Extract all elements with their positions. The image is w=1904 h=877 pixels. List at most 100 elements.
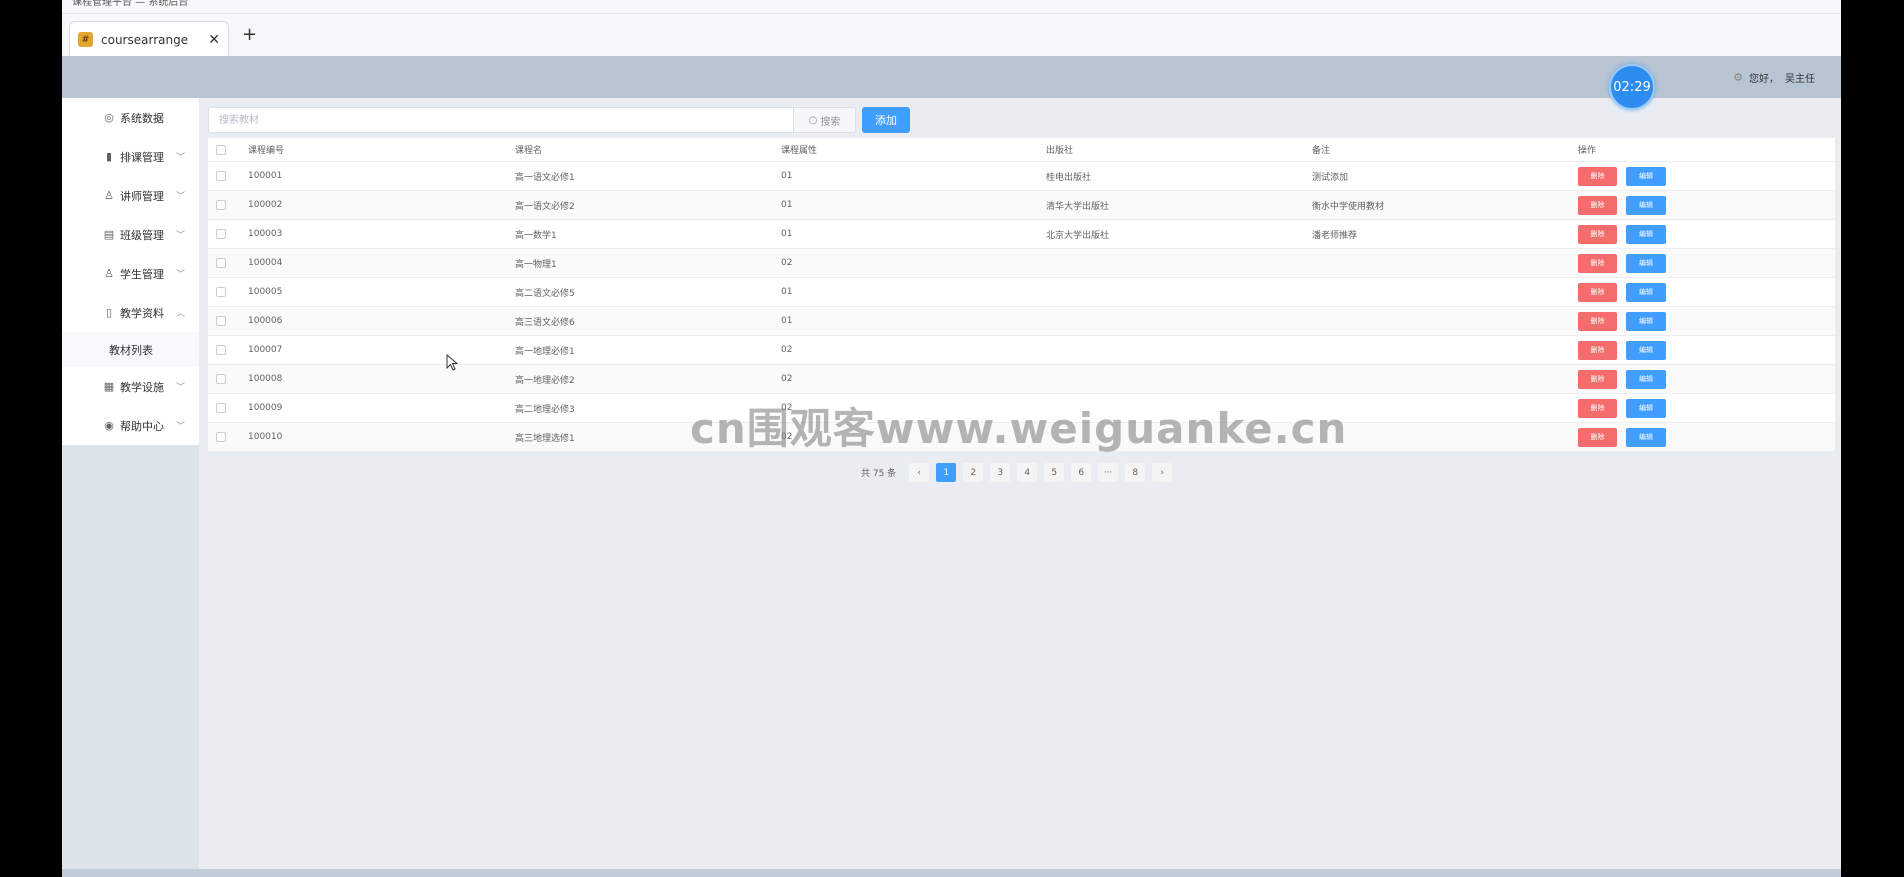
- delete-button[interactable]: 删除: [1578, 195, 1617, 215]
- watermark: cn围观客www.weiguanke.cn: [690, 404, 1348, 453]
- page-number-button[interactable]: 8: [1125, 463, 1146, 482]
- browser-tab[interactable]: # coursearrange ✕: [69, 21, 229, 57]
- chevron-down-icon: ﹀: [175, 383, 185, 393]
- column-header: 备注: [1312, 146, 1331, 156]
- chevron-down-icon: ﹀: [175, 231, 185, 241]
- sidebar-menu: ◎ 系统数据 ▮ 排课管理 ﹀ ♙ 讲师管理 ﹀ ▤ 班级管理 ﹀ ♙ 学生管理 ﹀ ▯ 教学资料 ︿ 教材列表 ▦…: [62, 98, 199, 445]
- cell-course-name: 高一地理必修1: [515, 346, 575, 357]
- prev-page-button[interactable]: ‹: [909, 463, 930, 482]
- edit-button[interactable]: 编辑: [1626, 224, 1666, 244]
- cell-actions: 删除 编辑: [1578, 398, 1666, 418]
- toolbar: ○ 搜索 添加: [208, 106, 910, 134]
- row-checkbox[interactable]: [216, 171, 226, 181]
- next-page-button[interactable]: ›: [1152, 463, 1173, 482]
- delete-button[interactable]: 删除: [1578, 282, 1617, 302]
- cell-course-attr: 01: [781, 171, 793, 181]
- cell-publisher: 北京大学出版社: [1046, 230, 1110, 241]
- table-row: 100002 高一语文必修2 01 清华大学出版社 衡水中学使用教材 删除 编辑: [208, 191, 1835, 220]
- row-checkbox[interactable]: [216, 229, 226, 239]
- sidebar-item[interactable]: ♙ 讲师管理 ﹀: [62, 176, 199, 215]
- edit-button[interactable]: 编辑: [1626, 398, 1666, 418]
- row-checkbox[interactable]: [216, 287, 226, 297]
- chevron-down-icon: ﹀: [175, 153, 185, 163]
- cell-course-id: 100007: [248, 345, 283, 355]
- delete-button[interactable]: 删除: [1578, 166, 1617, 186]
- delete-button[interactable]: 删除: [1578, 224, 1617, 244]
- row-checkbox[interactable]: [216, 316, 226, 326]
- edit-button[interactable]: 编辑: [1626, 311, 1666, 331]
- table-row: 100006 高三语文必修6 01 删除 编辑: [208, 307, 1835, 336]
- edit-button[interactable]: 编辑: [1626, 253, 1666, 273]
- edit-button[interactable]: 编辑: [1626, 282, 1666, 302]
- sidebar-item-label: 班级管理: [120, 228, 164, 242]
- cell-course-name: 高一语文必修1: [515, 172, 575, 183]
- sidebar-item[interactable]: ♙ 学生管理 ﹀: [62, 254, 199, 293]
- close-icon[interactable]: ✕: [208, 32, 220, 48]
- cell-course-attr: 02: [781, 258, 793, 268]
- delete-button[interactable]: 删除: [1578, 340, 1617, 360]
- sidebar-item-label: 帮助中心: [120, 419, 164, 433]
- row-checkbox[interactable]: [216, 432, 226, 442]
- add-button[interactable]: 添加: [862, 107, 910, 133]
- sidebar-item[interactable]: ▦ 教学设施 ﹀: [62, 367, 199, 406]
- window-title: 课程管理平台 — 系统后台: [72, 0, 189, 8]
- edit-button[interactable]: 编辑: [1626, 340, 1666, 360]
- delete-button[interactable]: 删除: [1578, 311, 1617, 331]
- delete-button[interactable]: 删除: [1578, 369, 1617, 389]
- user-name[interactable]: 吴主任: [1785, 70, 1815, 85]
- delete-button[interactable]: 删除: [1578, 427, 1617, 447]
- cell-course-name: 高一语文必修2: [515, 201, 575, 212]
- cell-course-id: 100004: [248, 258, 283, 268]
- user-icon: ♙: [104, 267, 114, 280]
- cell-actions: 删除 编辑: [1578, 282, 1666, 302]
- sidebar-item[interactable]: ◎ 系统数据: [62, 98, 199, 137]
- page-number-button[interactable]: 3: [990, 463, 1011, 482]
- sidebar-item[interactable]: ▤ 班级管理 ﹀: [62, 215, 199, 254]
- cell-course-id: 100009: [248, 403, 283, 413]
- cell-publisher: 桂电出版社: [1046, 172, 1092, 183]
- table-row: 100001 高一语文必修1 01 桂电出版社 测试添加 删除 编辑: [208, 162, 1835, 191]
- cell-course-attr: 02: [781, 345, 793, 355]
- cell-course-attr: 01: [781, 287, 793, 297]
- sidebar-item[interactable]: ▮ 排课管理 ﹀: [62, 137, 199, 176]
- cell-note: 潘老师推荐: [1312, 230, 1358, 241]
- row-checkbox[interactable]: [216, 374, 226, 384]
- edit-button[interactable]: 编辑: [1626, 195, 1666, 215]
- edit-button[interactable]: 编辑: [1626, 166, 1666, 186]
- user-area[interactable]: ⚙ 您好， 吴主任: [1733, 70, 1815, 85]
- sidebar-item[interactable]: ▯ 教学资料 ︿: [62, 293, 199, 332]
- new-tab-button[interactable]: +: [242, 24, 257, 45]
- row-checkbox[interactable]: [216, 200, 226, 210]
- sidebar-subitem-textbook-list[interactable]: 教材列表: [62, 332, 199, 367]
- cell-course-attr: 01: [781, 316, 793, 326]
- gear-icon[interactable]: ⚙: [1733, 71, 1743, 84]
- cell-course-id: 100003: [248, 229, 283, 239]
- sidebar-item-label: 系统数据: [120, 111, 164, 125]
- cell-course-id: 100006: [248, 316, 283, 326]
- page-ellipsis[interactable]: ···: [1098, 463, 1119, 482]
- tab-title: coursearrange: [101, 32, 189, 47]
- row-checkbox[interactable]: [216, 258, 226, 268]
- delete-button[interactable]: 删除: [1578, 253, 1617, 273]
- edit-button[interactable]: 编辑: [1626, 369, 1666, 389]
- page-number-button[interactable]: 2: [963, 463, 984, 482]
- delete-button[interactable]: 删除: [1578, 398, 1617, 418]
- sidebar-item-label: 讲师管理: [120, 189, 164, 203]
- page-number-button[interactable]: 4: [1017, 463, 1038, 482]
- page-number-button[interactable]: 6: [1071, 463, 1092, 482]
- row-checkbox[interactable]: [216, 345, 226, 355]
- table-header: 课程编号 课程名 课程属性 出版社 备注 操作: [208, 138, 1835, 162]
- select-all-checkbox[interactable]: [216, 144, 226, 155]
- bar-chart-icon: ▮: [105, 150, 113, 163]
- pagination: 共 75 条 ‹ 1 2 3 4 5 6 ··· 8 ›: [861, 463, 1173, 482]
- window-title-bar: 课程管理平台 — 系统后台: [62, 0, 1841, 14]
- search-button[interactable]: ○ 搜索: [794, 107, 856, 133]
- page-number-button[interactable]: 5: [1044, 463, 1065, 482]
- edit-button[interactable]: 编辑: [1626, 427, 1666, 447]
- chevron-down-icon: ﹀: [175, 270, 185, 280]
- page-number-button[interactable]: 1: [936, 463, 957, 482]
- row-checkbox[interactable]: [216, 403, 226, 413]
- search-input[interactable]: [208, 107, 794, 133]
- user-icon: ♙: [104, 189, 114, 202]
- sidebar-item[interactable]: ◉ 帮助中心 ﹀: [62, 406, 199, 445]
